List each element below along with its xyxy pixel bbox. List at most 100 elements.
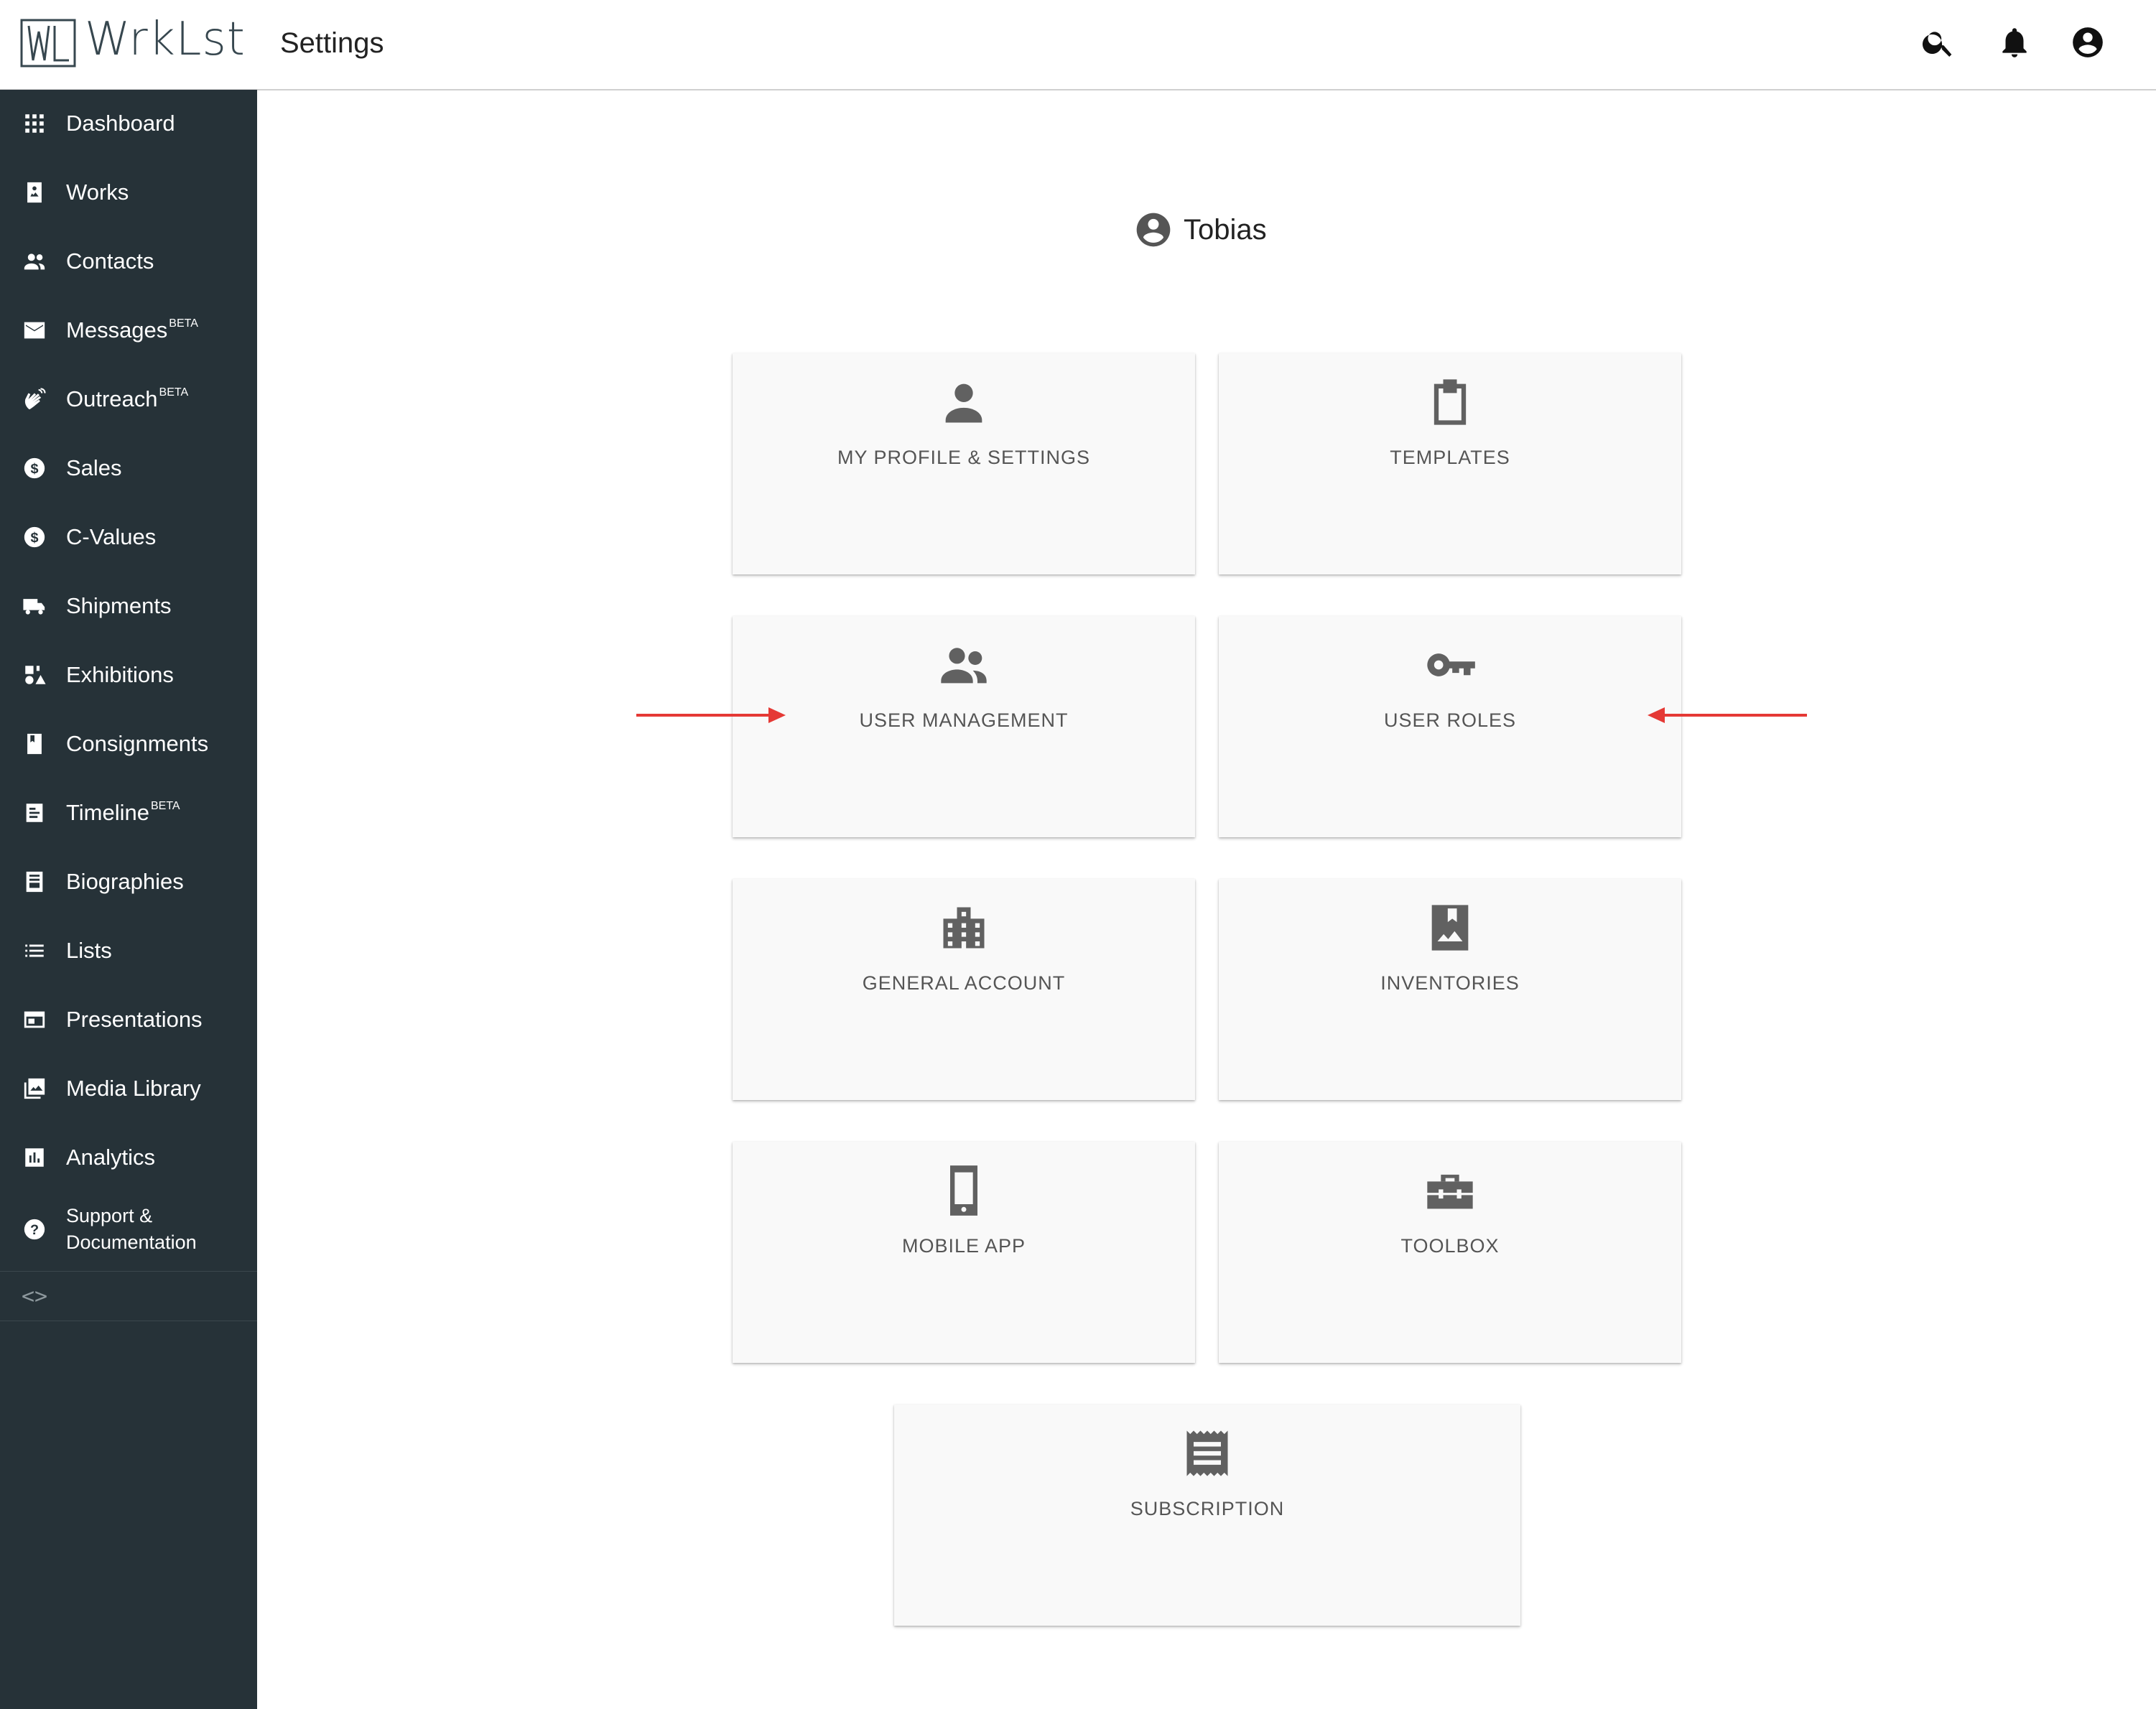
logo-mark-icon (20, 19, 76, 67)
account-circle-icon (1136, 213, 1171, 247)
dollar-icon: $ (22, 524, 47, 550)
key-icon (1423, 638, 1477, 692)
sidebar-item-consignments[interactable]: Consignments (0, 709, 257, 778)
account-circle-icon[interactable] (2070, 24, 2106, 60)
sidebar-item-label: Presentations (66, 1007, 203, 1032)
card-label: USER ROLES (1383, 709, 1517, 731)
card-general-account[interactable]: GENERAL ACCOUNT (733, 879, 1195, 1100)
sidebar-item-label: Shipments (66, 593, 172, 618)
annotation-arrow-right (636, 707, 786, 723)
sidebar-item-label: Works (66, 180, 129, 205)
outreach-icon (22, 386, 47, 412)
sidebar-item-media-library[interactable]: Media Library (0, 1054, 257, 1123)
logo[interactable]: WrkLst (0, 0, 257, 90)
sidebar-item-exhibitions[interactable]: Exhibitions (0, 641, 257, 709)
annotation-arrow-left (1648, 707, 1807, 723)
card-label: GENERAL ACCOUNT (862, 972, 1066, 994)
card-user-roles[interactable]: USER ROLES (1219, 616, 1681, 837)
sidebar-item-label: Support & Documentation (66, 1205, 197, 1253)
sidebar-item-sales[interactable]: $ Sales (0, 434, 257, 503)
book-icon (22, 731, 47, 757)
sidebar-collapse-toggle[interactable]: <> (0, 1271, 257, 1321)
sidebar-item-works[interactable]: Works (0, 158, 257, 227)
card-inventories[interactable]: INVENTORIES (1219, 879, 1681, 1100)
people-icon (937, 638, 991, 692)
sidebar-nav: Dashboard Works Contacts Messages BETA Ou… (0, 89, 257, 1321)
sidebar-item-label: Outreach BETA (66, 386, 189, 411)
search-icon[interactable] (1920, 24, 1956, 60)
current-user: Tobias (1133, 208, 1267, 251)
sidebar-item-label: Messages BETA (66, 317, 198, 343)
sidebar-item-label: Timeline BETA (66, 799, 180, 825)
sidebar-item-messages[interactable]: Messages BETA (0, 296, 257, 365)
sidebar-item-analytics[interactable]: Analytics (0, 1123, 257, 1192)
card-label: TOOLBOX (1400, 1235, 1500, 1257)
svg-text:$: $ (30, 461, 38, 477)
sidebar-item-dashboard[interactable]: Dashboard (0, 89, 257, 158)
card-templates[interactable]: TEMPLATES (1219, 353, 1681, 574)
dashboard-icon (22, 111, 47, 136)
card-label: INVENTORIES (1380, 972, 1520, 994)
help-icon: ? (22, 1216, 47, 1242)
sidebar-item-outreach[interactable]: Outreach BETA (0, 365, 257, 434)
person-icon (937, 375, 991, 429)
sidebar-item-contacts[interactable]: Contacts (0, 227, 257, 296)
sidebar-item-label: Consignments (66, 731, 209, 756)
toolbox-icon (1423, 1163, 1477, 1218)
svg-text:$: $ (30, 530, 38, 546)
biography-icon (22, 869, 47, 895)
bookmark-image-icon (1423, 900, 1477, 955)
sidebar-item-label: Analytics (66, 1145, 156, 1170)
sidebar-item-label: Media Library (66, 1076, 201, 1101)
smartphone-icon (937, 1163, 991, 1218)
page-title: Settings (280, 27, 384, 59)
building-icon (937, 900, 991, 955)
timeline-icon (22, 800, 47, 826)
code-brackets-icon: <> (22, 1283, 48, 1309)
receipt-icon (1180, 1426, 1235, 1481)
list-icon (22, 938, 47, 964)
sidebar-item-label: Sales (66, 455, 122, 480)
image-library-icon (22, 1076, 47, 1102)
sidebar: WrkLst Dashboard Works Contacts Messages… (0, 0, 257, 1709)
dollar-icon: $ (22, 455, 47, 481)
svg-text:?: ? (30, 1222, 39, 1238)
user-name: Tobias (1184, 213, 1267, 246)
sidebar-item-biographies[interactable]: Biographies (0, 847, 257, 916)
sidebar-item-c-values[interactable]: $ C-Values (0, 503, 257, 572)
contacts-icon (22, 248, 47, 274)
top-bar: Settings (257, 0, 2156, 90)
card-label: MOBILE APP (901, 1235, 1026, 1257)
clipboard-icon (1423, 375, 1477, 429)
logo-text: WrkLst (85, 13, 246, 66)
card-toolbox[interactable]: TOOLBOX (1219, 1142, 1681, 1363)
presentation-icon (22, 1007, 47, 1033)
sidebar-item-presentations[interactable]: Presentations (0, 985, 257, 1054)
sidebar-item-support[interactable]: ? Support & Documentation (0, 1192, 257, 1267)
notifications-bell-icon[interactable] (1997, 24, 2032, 60)
card-label: SUBSCRIPTION (1130, 1498, 1285, 1519)
sidebar-item-lists[interactable]: Lists (0, 916, 257, 985)
beta-badge: BETA (159, 386, 189, 399)
truck-icon (22, 593, 47, 619)
card-label: MY PROFILE & SETTINGS (837, 447, 1091, 468)
card-label: TEMPLATES (1390, 447, 1510, 468)
sidebar-item-label: C-Values (66, 524, 157, 549)
mail-icon (22, 317, 47, 343)
card-user-management[interactable]: USER MANAGEMENT (733, 616, 1195, 837)
sidebar-item-shipments[interactable]: Shipments (0, 572, 257, 641)
sidebar-item-label: Contacts (66, 248, 154, 274)
sidebar-item-timeline[interactable]: Timeline BETA (0, 778, 257, 847)
works-icon (22, 180, 47, 205)
card-subscription[interactable]: SUBSCRIPTION (894, 1405, 1520, 1626)
card-my-profile-settings[interactable]: MY PROFILE & SETTINGS (733, 353, 1195, 574)
chart-icon (22, 1145, 47, 1170)
sidebar-item-label: Lists (66, 938, 112, 963)
sidebar-item-label: Dashboard (66, 111, 175, 136)
card-label: USER MANAGEMENT (859, 709, 1069, 731)
shapes-icon (22, 662, 47, 688)
beta-badge: BETA (151, 799, 180, 812)
sidebar-item-label: Biographies (66, 869, 184, 894)
sidebar-item-label: Exhibitions (66, 662, 174, 687)
card-mobile-app[interactable]: MOBILE APP (733, 1142, 1195, 1363)
